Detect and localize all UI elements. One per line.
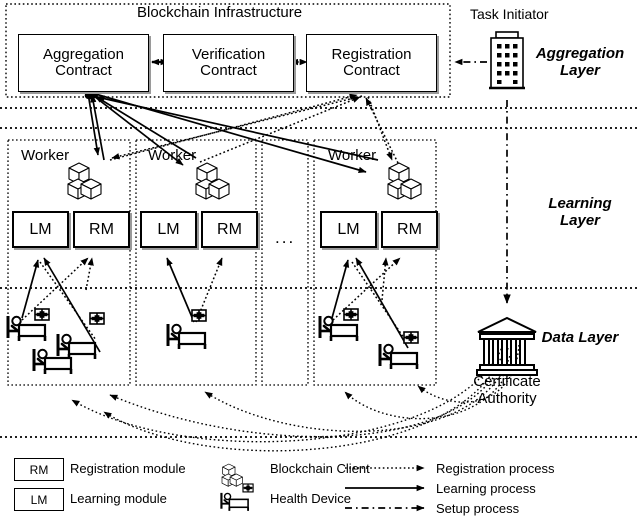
arc-ca-to-dev-2 [103,346,506,452]
arc-ca-to-dev-1 [71,344,504,443]
module-rm-worker2[interactable]: RM [201,211,258,248]
task-initiator-label: Task Initiator [470,6,549,22]
verification-contract-box[interactable]: Verification Contract [163,34,294,92]
blockchain-client-icon-worker1 [67,162,102,200]
legend-label-setup-process: Setup process [436,501,520,516]
worker-label-3: Worker [328,147,377,164]
blockchain-client-icon-worker3 [387,162,422,200]
health-device-icon-w3-d2 [378,342,419,371]
arrow-learning-dev2-to-lm3 [355,257,409,349]
health-device-icon-w2-d1 [166,322,207,351]
blockchain-client-icon-worker2 [195,162,230,200]
arrow-reg-dev2-to-rm3 [381,257,389,301]
module-lm-worker3[interactable]: LM [320,211,377,248]
worker-column-ellipsis [261,139,309,386]
legend-blockchain-client-icon [221,463,243,487]
learning-layer-label: Learning Layer [548,195,612,229]
line-rm1-down [39,261,97,341]
worker-label-1: Worker [21,147,70,164]
legend-label-blockchain-client: Blockchain Client [270,461,370,476]
arrow-reg-dev1-to-rm1 [21,257,89,321]
arrow-learning-dev3-to-lm1 [43,257,101,353]
module-rm-worker1[interactable]: RM [73,211,130,248]
legend-label-health-device: Health Device [270,491,351,506]
certificate-authority-label: Certificate Authority [473,373,541,407]
health-device-icon-w1-d3 [32,347,73,376]
legend-health-device-icon [220,491,250,512]
legend-box-lm: LM [14,488,64,511]
worker-column-3 [313,139,437,386]
module-rm-worker3[interactable]: RM [381,211,438,248]
page-title: Blockchain Infrastructure [137,4,303,21]
medical-cross-icon-w3-d1 [343,308,359,321]
arrow-reg-dev2-to-rm1 [85,257,94,291]
arrow-learning-dev-to-lm2 [166,257,195,323]
workers-ellipsis: ... [275,228,296,247]
module-lm-worker1[interactable]: LM [12,211,69,248]
worker-column-2 [135,139,257,386]
diagram-canvas: Blockchain Infrastructure Aggregation Con… [0,0,640,517]
legend-label-rm: Registration module [70,461,186,476]
contract-label: Aggregation Contract [43,45,124,79]
medical-cross-icon-w3-d2 [403,331,419,344]
contract-label: Registration Contract [331,45,412,79]
aggregation-contract-box[interactable]: Aggregation Contract [18,34,149,92]
data-layer-label: Data Layer [541,329,619,346]
legend-label-lm: Learning module [70,491,167,506]
medical-cross-icon-w2-d1 [191,309,207,322]
health-device-icon-w1-d2 [56,332,97,361]
building-icon [487,30,527,90]
aggregation-layer-label: Aggregation Layer [535,45,625,79]
arrow-reg-dev1-to-rm3 [332,257,401,321]
registration-contract-box[interactable]: Registration Contract [306,34,437,92]
arc-ca-to-dev-3 [109,347,509,438]
legend-label-learning-process: Learning process [436,481,536,496]
legend-box-rm: RM [14,458,64,481]
medical-cross-icon-w1-d2 [89,312,105,325]
worker-label-2: Worker [148,147,197,164]
legend-label-registration-process: Registration process [436,461,555,476]
legend-health-device-cross-icon [242,483,254,493]
contract-label: Verification Contract [191,45,266,79]
module-lm-worker2[interactable]: LM [140,211,197,248]
medical-cross-icon-w1-d1 [34,308,50,321]
